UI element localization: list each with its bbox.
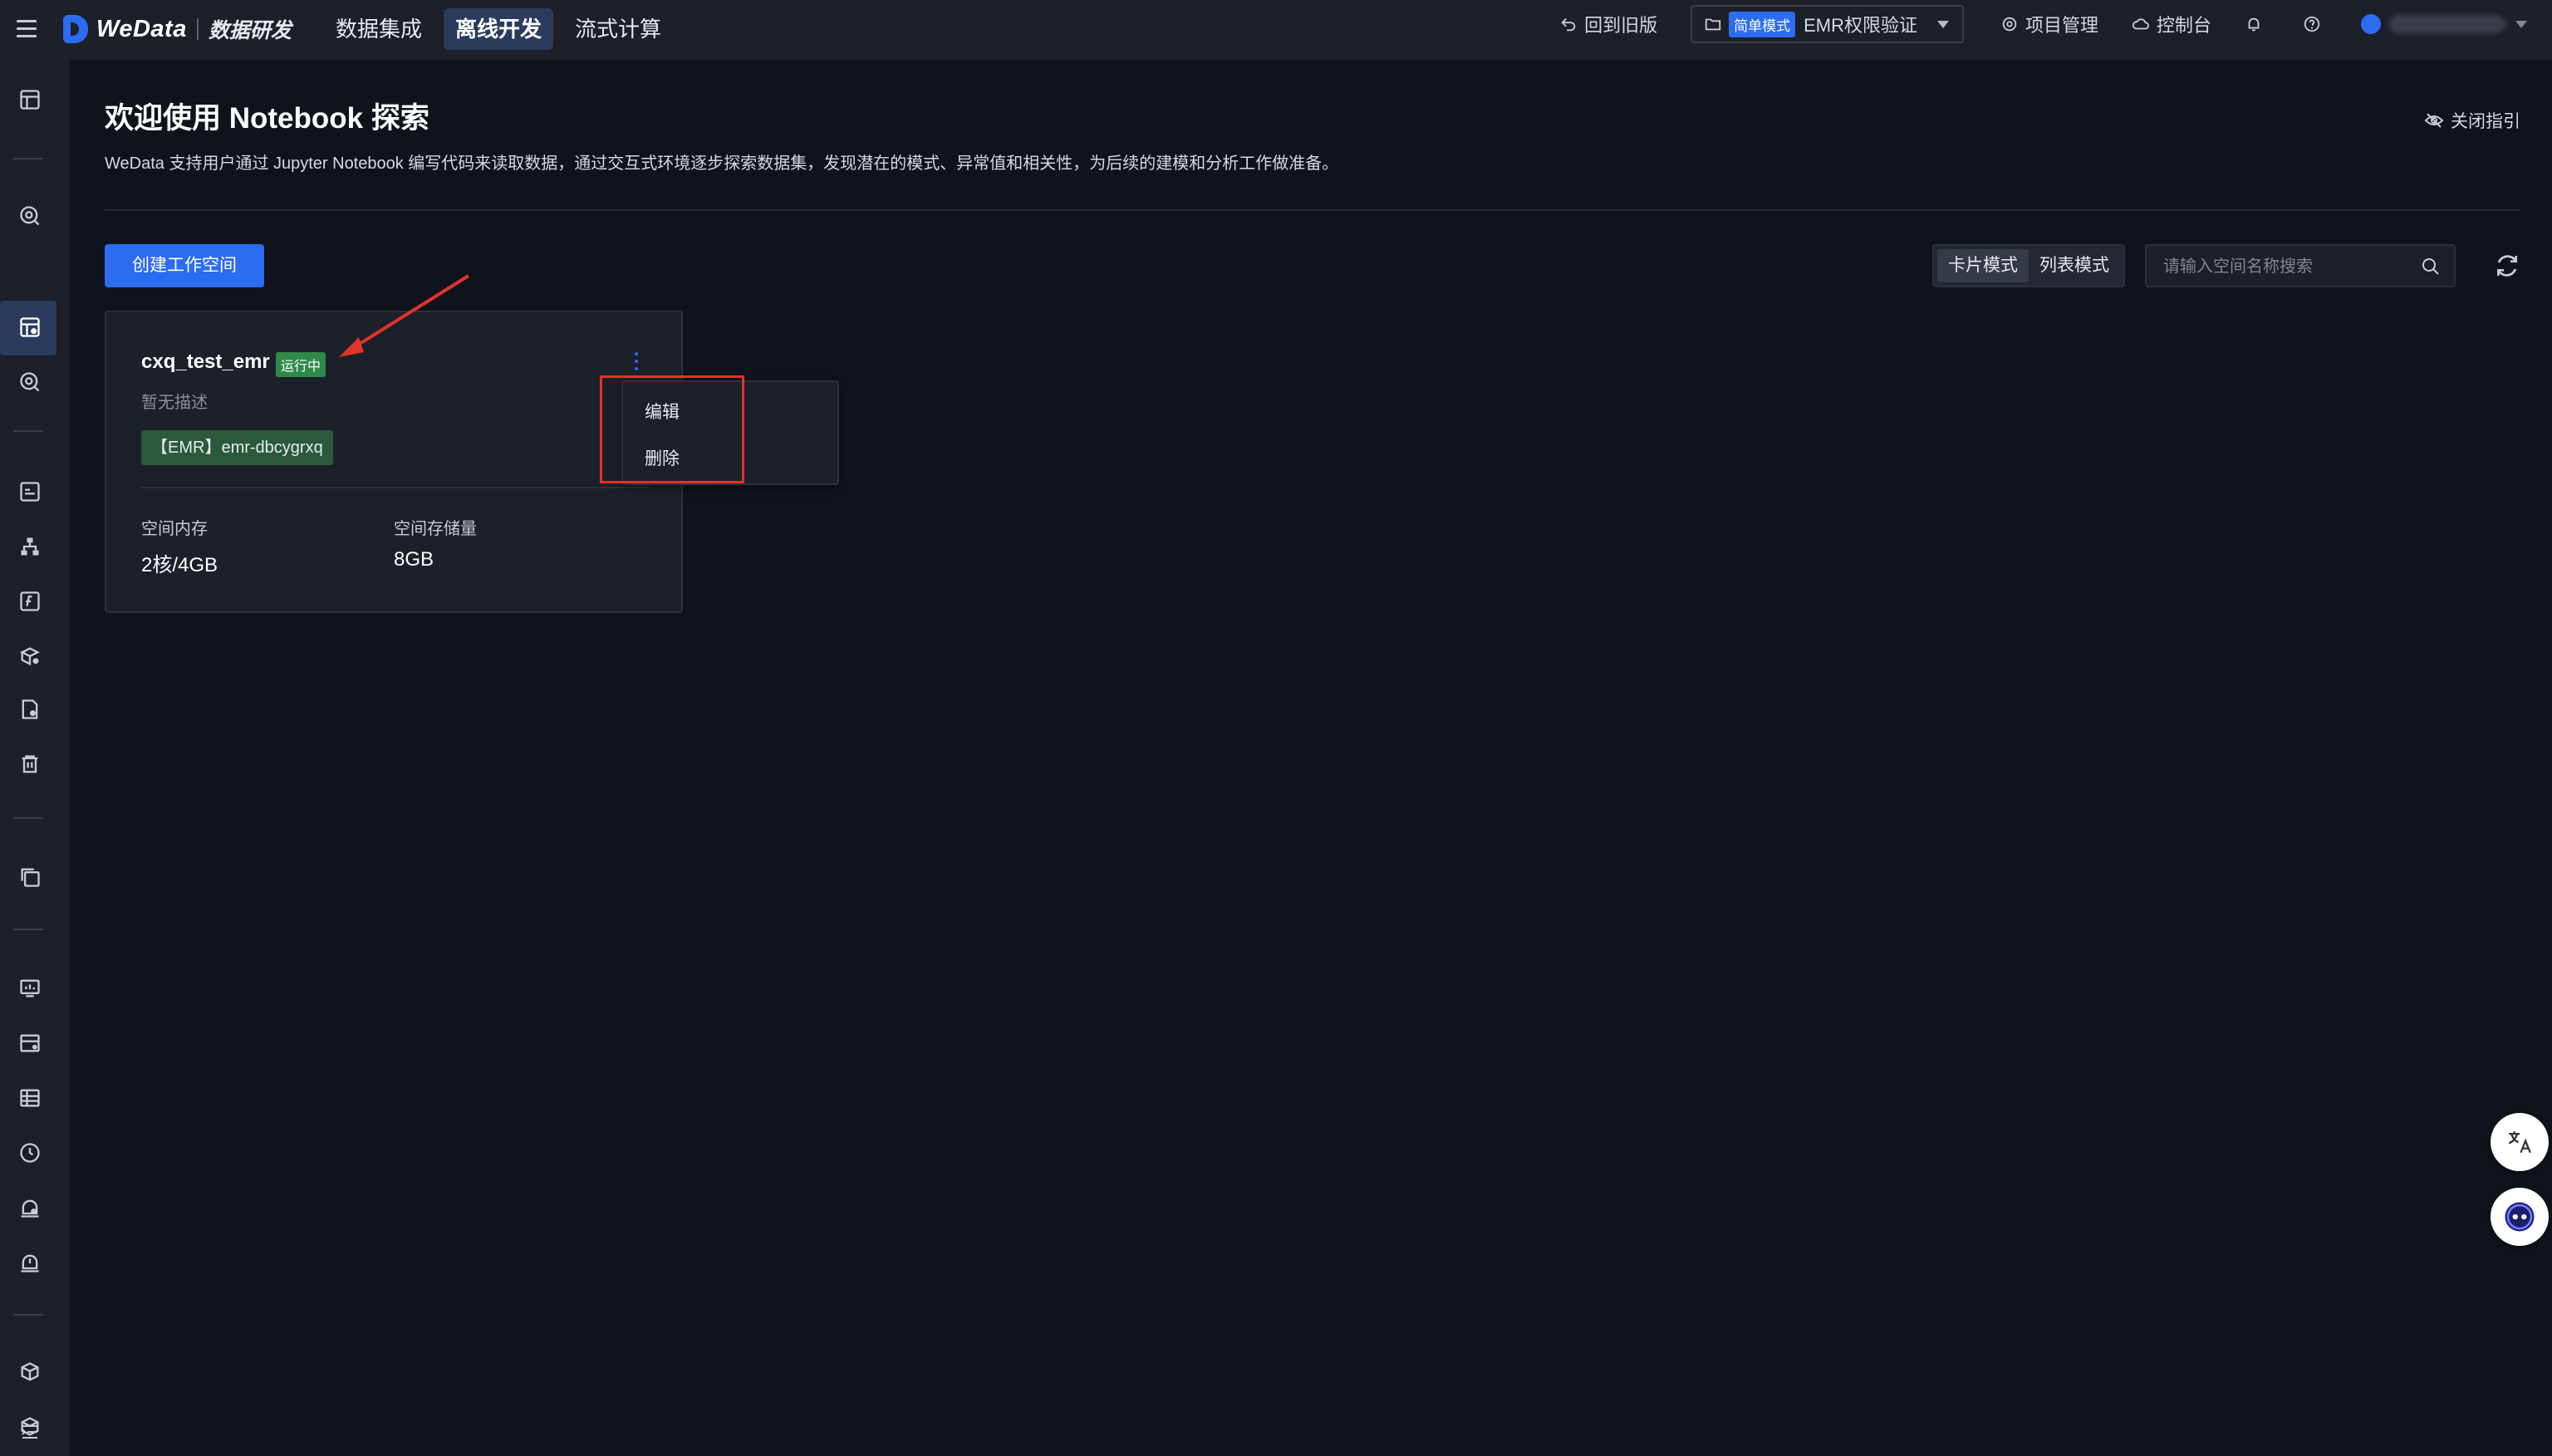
sidebar-item-workflow-icon[interactable] xyxy=(18,535,42,558)
brand-name: WeData xyxy=(96,15,187,42)
workspace-description: 暂无描述 xyxy=(141,394,208,412)
sidebar-item-notebook-icon[interactable] xyxy=(18,316,42,339)
chevron-down-icon xyxy=(1936,20,1949,28)
nav-stream-compute[interactable]: 流式计算 xyxy=(563,8,673,50)
logo-divider xyxy=(196,18,199,40)
left-sidebar xyxy=(0,60,70,1456)
menu-icon[interactable] xyxy=(17,20,37,38)
search-input[interactable] xyxy=(2162,254,2411,279)
sidebar-item-ops-icon[interactable] xyxy=(18,1032,42,1055)
undo-icon xyxy=(1561,17,1576,32)
sidebar-item-monitor-icon[interactable] xyxy=(18,977,42,1000)
storage-label: 空间存储量 xyxy=(394,520,477,538)
project-mode-badge: 简单模式 xyxy=(1729,11,1796,37)
wedata-logo-icon xyxy=(63,15,88,43)
page-title: 欢迎使用 Notebook 探索 xyxy=(105,102,429,135)
card-divider xyxy=(141,487,650,488)
translate-icon xyxy=(2508,1131,2531,1154)
sidebar-divider xyxy=(13,158,43,159)
sidebar-item-explore-icon[interactable] xyxy=(18,204,42,228)
avatar xyxy=(2361,14,2381,34)
bot-icon xyxy=(2505,1202,2535,1232)
main-nav: 数据集成 离线开发 流式计算 xyxy=(324,8,683,50)
sidebar-collapse-icon[interactable] xyxy=(18,1422,42,1442)
sidebar-item-package-icon[interactable] xyxy=(18,1360,42,1384)
sidebar-divider xyxy=(13,430,43,432)
sidebar-item-sql-icon[interactable] xyxy=(18,480,42,503)
help-button[interactable] xyxy=(2303,15,2328,33)
annotation-arrow xyxy=(339,274,470,357)
top-navbar: WeData 数据研发 数据集成 离线开发 流式计算 回到旧版 简单模式 EMR… xyxy=(0,0,2552,60)
workspace-name[interactable]: cxq_test_emr xyxy=(141,351,270,374)
project-selector[interactable]: 简单模式 EMR权限验证 xyxy=(1691,5,1964,43)
highlight-box xyxy=(600,375,744,483)
chevron-down-icon xyxy=(2515,20,2527,28)
assistant-float-button[interactable] xyxy=(2491,1188,2549,1246)
sidebar-item-history-icon[interactable] xyxy=(18,1141,42,1164)
workspace-search xyxy=(2145,244,2456,287)
bell-icon xyxy=(2248,17,2260,32)
engine-tag: 【EMR】emr-dbcygrxq xyxy=(141,430,333,465)
memory-label: 空间内存 xyxy=(141,520,208,538)
back-to-old-version-link[interactable]: 回到旧版 xyxy=(1559,11,1657,37)
help-icon xyxy=(2304,16,2320,32)
list-mode-option[interactable]: 列表模式 xyxy=(2029,249,2120,282)
sidebar-item-alarm-settings-icon[interactable] xyxy=(18,1196,42,1219)
notifications-button[interactable] xyxy=(2245,15,2270,33)
sidebar-item-dashboard-icon[interactable] xyxy=(18,88,42,111)
project-name: EMR权限验证 xyxy=(1804,15,1917,36)
search-icon[interactable] xyxy=(2421,257,2441,277)
sidebar-divider xyxy=(13,817,43,819)
console-label: 控制台 xyxy=(2156,15,2211,36)
refresh-icon[interactable] xyxy=(2494,252,2520,279)
project-manage-label: 项目管理 xyxy=(2024,15,2098,36)
header-divider xyxy=(105,209,2520,211)
sidebar-item-table-icon[interactable] xyxy=(18,1086,42,1110)
sidebar-item-resource-icon[interactable] xyxy=(18,645,42,668)
status-badge: 运行中 xyxy=(276,352,326,377)
folder-icon xyxy=(1705,18,1721,31)
close-guide-label: 关闭指引 xyxy=(2451,112,2520,131)
back-to-old-label: 回到旧版 xyxy=(1584,15,1658,36)
sidebar-divider xyxy=(13,1314,43,1316)
eye-off-icon xyxy=(2424,113,2444,128)
sidebar-item-doc-settings-icon[interactable] xyxy=(18,698,42,721)
sidebar-item-function-icon[interactable] xyxy=(18,590,42,613)
console-link[interactable]: 控制台 xyxy=(2132,11,2211,37)
sidebar-item-search-icon[interactable] xyxy=(18,370,42,394)
top-right-actions: 回到旧版 简单模式 EMR权限验证 项目管理 控制台 xyxy=(1559,0,2552,48)
nav-offline-dev[interactable]: 离线开发 xyxy=(444,8,554,50)
sidebar-item-alarm-icon[interactable] xyxy=(18,1251,42,1274)
storage-value: 8GB xyxy=(394,548,434,571)
create-workspace-button[interactable]: 创建工作空间 xyxy=(105,244,264,287)
user-menu[interactable] xyxy=(2361,14,2527,34)
nav-data-integration[interactable]: 数据集成 xyxy=(324,8,434,50)
close-guide-button[interactable]: 关闭指引 xyxy=(2424,108,2520,133)
project-manage-link[interactable]: 项目管理 xyxy=(2000,11,2098,37)
sidebar-divider xyxy=(13,929,43,930)
card-mode-option[interactable]: 卡片模式 xyxy=(1937,249,2029,282)
view-mode-toggle: 卡片模式 列表模式 xyxy=(1932,244,2125,287)
module-name: 数据研发 xyxy=(208,19,292,42)
app-logo[interactable]: WeData 数据研发 xyxy=(63,10,292,48)
gear-icon xyxy=(2002,17,2017,32)
more-actions-icon[interactable] xyxy=(633,352,640,374)
memory-value: 2核/4GB xyxy=(141,554,218,576)
page-description: WeData 支持用户通过 Jupyter Notebook 编写代码来读取数据… xyxy=(105,154,1339,173)
username-blurred xyxy=(2389,15,2505,33)
translate-float-button[interactable] xyxy=(2491,1113,2549,1171)
sidebar-item-trash-icon[interactable] xyxy=(18,753,42,776)
sidebar-item-copy-icon[interactable] xyxy=(18,865,42,889)
cloud-icon xyxy=(2132,18,2150,30)
